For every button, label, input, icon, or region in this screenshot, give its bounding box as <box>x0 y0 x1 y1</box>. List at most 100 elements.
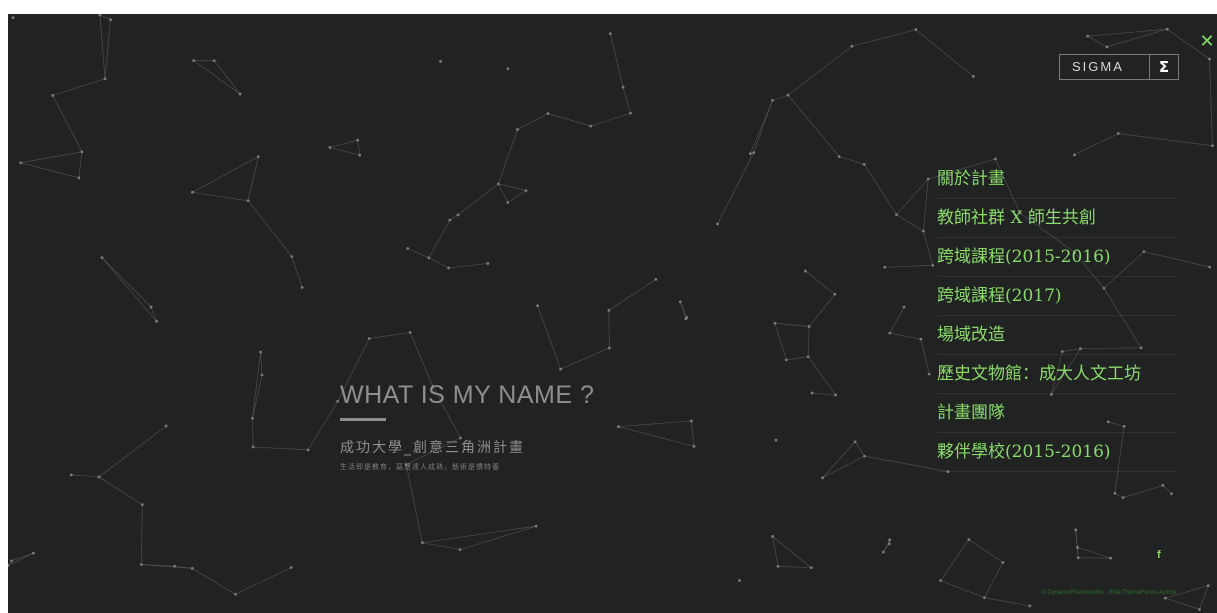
network-node <box>821 476 824 480</box>
network-node <box>80 150 84 154</box>
network-node <box>234 592 237 596</box>
menu-item-about[interactable]: 關於計畫 <box>937 160 1178 199</box>
network-edge <box>864 455 949 472</box>
network-edge <box>141 504 143 565</box>
network-node <box>336 399 340 403</box>
network-node <box>289 566 293 569</box>
network-node <box>881 550 885 554</box>
network-node <box>786 93 790 97</box>
network-edge <box>787 46 853 96</box>
network-node <box>685 316 689 319</box>
network-node <box>506 200 510 204</box>
network-edge <box>407 248 429 259</box>
network-node <box>238 92 242 96</box>
menu-item-courses-2015-2016[interactable]: 跨域課程(2015-2016) <box>937 238 1178 277</box>
network-node <box>1086 34 1090 38</box>
network-edge <box>449 214 459 221</box>
network-node <box>983 596 986 600</box>
network-edge <box>560 347 610 370</box>
network-edge <box>807 326 810 357</box>
network-node <box>260 373 264 377</box>
network-node <box>439 60 442 63</box>
network-edge <box>428 257 449 269</box>
network-node <box>259 350 263 354</box>
network-edge <box>807 356 836 396</box>
network-edge <box>590 112 631 127</box>
network-edge <box>141 564 193 569</box>
network-edge <box>498 183 527 191</box>
network-node <box>251 416 254 420</box>
network-node <box>290 255 294 258</box>
menu-item-partner-schools[interactable]: 夥伴學校(2015-2016) <box>937 433 1178 472</box>
network-node <box>902 305 906 309</box>
network-node <box>1161 484 1165 487</box>
network-node <box>617 425 620 429</box>
network-edge <box>235 567 292 595</box>
network-node <box>1121 496 1125 500</box>
network-edge <box>11 552 34 562</box>
network-node <box>809 566 813 570</box>
network-edge <box>409 332 434 387</box>
network-node <box>771 99 774 102</box>
network-node <box>678 300 682 304</box>
hero-background: ✕ SIGMA Σ WHAT IS MY NAME ? 成功大學_創意三角洲計畫… <box>8 14 1217 613</box>
network-node <box>1206 584 1210 588</box>
network-node <box>773 321 777 325</box>
network-edge <box>968 539 1004 563</box>
network-node <box>69 473 73 477</box>
network-node <box>654 277 658 281</box>
network-node <box>629 111 632 115</box>
network-node <box>748 152 752 156</box>
network-node <box>914 28 918 31</box>
close-icon[interactable]: ✕ <box>1199 33 1215 51</box>
network-edge <box>52 95 83 153</box>
network-node <box>524 189 528 193</box>
network-node <box>546 112 550 115</box>
network-node <box>774 438 778 442</box>
menu-item-space-renovation[interactable]: 場域改造 <box>937 316 1178 355</box>
network-node <box>191 190 194 194</box>
network-edge <box>787 94 840 157</box>
network-node <box>19 161 23 165</box>
network-node <box>358 153 362 157</box>
network-node <box>447 266 451 270</box>
sigma-logo-button[interactable]: SIGMA Σ <box>1059 54 1179 80</box>
network-node <box>921 229 925 233</box>
network-node <box>608 32 612 36</box>
network-edge <box>457 183 499 216</box>
network-edge <box>1199 585 1209 610</box>
network-node <box>31 551 35 555</box>
network-edge <box>786 356 809 361</box>
network-edge <box>98 476 143 505</box>
network-node <box>109 18 112 22</box>
menu-item-team[interactable]: 計畫團隊 <box>937 394 1178 433</box>
network-node <box>496 182 500 186</box>
network-node <box>1109 556 1113 560</box>
hero-subtitle: 成功大學_創意三角洲計畫 <box>340 440 525 456</box>
network-edge <box>428 219 451 258</box>
network-node <box>833 292 837 296</box>
network-node <box>887 542 891 546</box>
network-node <box>621 85 625 89</box>
network-node <box>77 176 81 180</box>
network-node <box>486 262 490 265</box>
facebook-icon[interactable]: f <box>1157 549 1161 561</box>
menu-item-courses-2017[interactable]: 跨域課程(2017) <box>937 277 1178 316</box>
network-edge <box>1075 529 1079 558</box>
network-edge <box>329 139 358 148</box>
network-node <box>1198 608 1201 611</box>
menu-item-history-museum[interactable]: 歷史文物館：成大人文工坊 <box>937 355 1178 394</box>
network-edge <box>863 164 897 215</box>
network-edge <box>507 190 527 203</box>
network-node <box>97 475 101 479</box>
title-underline <box>340 418 386 421</box>
network-node <box>927 372 931 376</box>
network-edge <box>608 279 657 311</box>
network-node <box>1208 57 1211 61</box>
network-node <box>1001 560 1005 564</box>
network-node <box>356 138 360 142</box>
menu-item-teacher-community[interactable]: 教師社群 X 師生共創 <box>937 199 1178 238</box>
network-edge <box>1087 35 1108 48</box>
network-node <box>408 331 412 334</box>
network-edge <box>883 543 890 553</box>
